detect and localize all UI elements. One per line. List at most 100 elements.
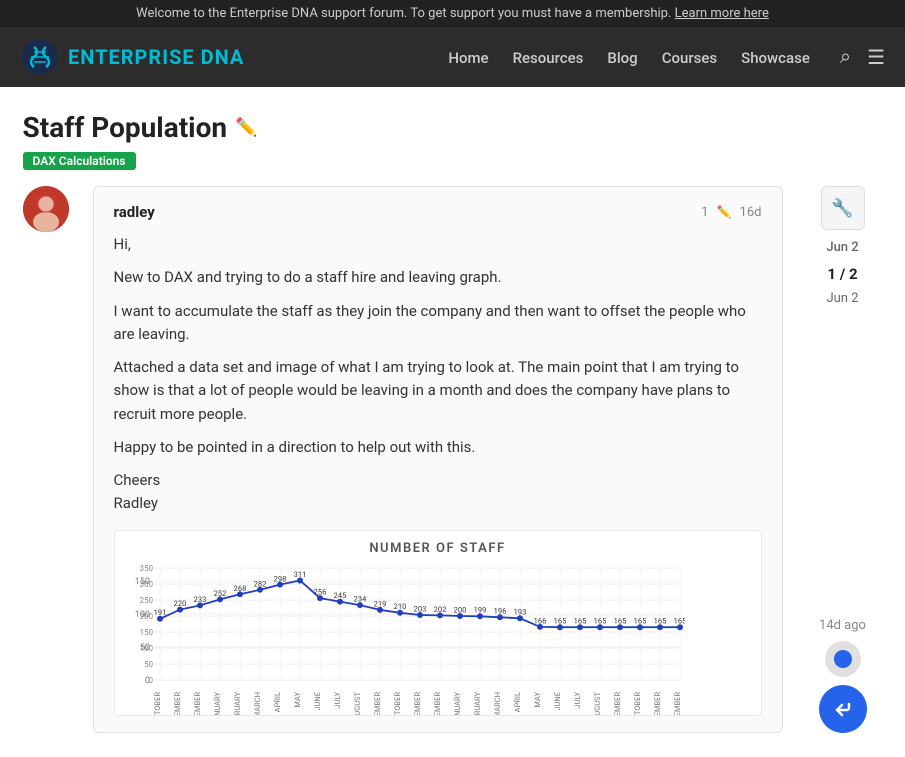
svg-text:202: 202 — [433, 604, 446, 613]
svg-text:165: 165 — [573, 616, 586, 625]
svg-text:165: 165 — [553, 616, 566, 625]
svg-text:MARCH: MARCH — [493, 692, 502, 715]
main-layout: radley 1 ✏️ 16d Hi, New to DAX and tryin… — [23, 186, 883, 733]
post-time: 16d — [740, 205, 762, 220]
svg-text:200: 200 — [453, 605, 466, 614]
svg-text:DECEMBER: DECEMBER — [193, 691, 202, 714]
sidebar-pagination: 1 / 2 — [827, 265, 857, 283]
sidebar: 🔧 Jun 2 1 / 2 Jun 2 14d ago — [803, 186, 883, 733]
svg-text:250: 250 — [139, 596, 153, 605]
post-sign-off: CheersRadley — [114, 469, 762, 516]
tools-button[interactable]: 🔧 — [821, 186, 865, 230]
svg-text:SEPTEMBER: SEPTEMBER — [373, 691, 382, 714]
svg-text:OCTOBER: OCTOBER — [393, 691, 402, 714]
svg-text:165: 165 — [633, 616, 646, 625]
post-number: 1 — [701, 205, 708, 220]
post-header: radley 1 ✏️ 16d — [114, 203, 762, 221]
sidebar-date1: Jun 2 — [826, 240, 858, 255]
svg-text:JUNE: JUNE — [313, 692, 322, 711]
post-edit-icon: ✏️ — [717, 205, 732, 219]
svg-text:100: 100 — [139, 644, 153, 653]
svg-text:50: 50 — [144, 660, 153, 669]
svg-text:193: 193 — [513, 607, 526, 616]
sidebar-date2: Jun 2 — [826, 291, 858, 306]
svg-text:OCTOBER: OCTOBER — [633, 691, 642, 714]
announcement-bar: Welcome to the Enterprise DNA support fo… — [0, 0, 905, 27]
post-line-1: Hi, — [114, 233, 762, 256]
svg-text:203: 203 — [413, 604, 426, 613]
svg-text:252: 252 — [213, 589, 226, 598]
svg-text:NOVEMBER: NOVEMBER — [173, 691, 182, 714]
post-line-2: New to DAX and trying to do a staff hire… — [114, 266, 762, 289]
announcement-link[interactable]: Learn more here — [675, 6, 769, 21]
post-line-3: I want to accumulate the staff as they j… — [114, 300, 762, 347]
chart-svg-wrapper: 0 50 100 150 — [125, 560, 751, 715]
svg-text:MAY: MAY — [533, 691, 542, 707]
menu-button[interactable]: ☰ — [867, 45, 885, 70]
svg-text:NOVEMBER: NOVEMBER — [413, 691, 422, 714]
svg-text:210: 210 — [393, 602, 406, 611]
svg-text:MAY: MAY — [293, 691, 302, 707]
post-meta: 1 ✏️ 16d — [701, 205, 761, 220]
brand-text: ENTERPRISE DNA — [68, 45, 244, 69]
announcement-text: Welcome to the Enterprise DNA support fo… — [136, 6, 671, 21]
post-author: radley — [114, 203, 155, 221]
svg-text:350: 350 — [139, 564, 153, 573]
svg-text:165: 165 — [673, 616, 684, 625]
edit-title-icon[interactable]: ✏️ — [235, 117, 257, 138]
post-line-4: Attached a data set and image of what I … — [114, 356, 762, 426]
svg-text:AUGUST: AUGUST — [353, 691, 362, 715]
svg-text:268: 268 — [233, 584, 246, 593]
svg-text:220: 220 — [173, 599, 186, 608]
svg-text:282: 282 — [253, 579, 266, 588]
brand: ENTERPRISE DNA — [20, 37, 244, 77]
svg-text:196: 196 — [493, 606, 506, 615]
svg-text:JANUARY: JANUARY — [213, 691, 222, 714]
nav-courses[interactable]: Courses — [662, 49, 717, 67]
navbar: ENTERPRISE DNA Home Resources Blog Cours… — [0, 27, 905, 87]
svg-text:JANUARY: JANUARY — [453, 691, 462, 714]
svg-text:233: 233 — [193, 595, 206, 604]
svg-text:JULY: JULY — [333, 691, 342, 708]
svg-text:199: 199 — [473, 605, 486, 614]
svg-text:DECEMBER: DECEMBER — [673, 691, 682, 714]
svg-text:165: 165 — [613, 616, 626, 625]
nav-home[interactable]: Home — [448, 49, 488, 67]
search-button[interactable]: ⌕ — [840, 46, 851, 69]
svg-text:165: 165 — [653, 616, 666, 625]
tag-pill[interactable]: DAX Calculations — [23, 152, 136, 170]
svg-text:219: 219 — [373, 599, 386, 608]
page-title-row: Staff Population ✏️ — [23, 111, 883, 144]
nav-links: Home Resources Blog Courses Showcase — [448, 48, 810, 67]
svg-text:0: 0 — [148, 676, 153, 685]
svg-text:245: 245 — [333, 591, 346, 600]
svg-text:OCTOBER: OCTOBER — [153, 691, 162, 714]
logo-icon — [20, 37, 60, 77]
svg-text:JUNE: JUNE — [553, 692, 562, 711]
staff-chart: 0 50 100 150 — [125, 560, 685, 715]
svg-text:NOVEMBER: NOVEMBER — [653, 691, 662, 714]
nav-resources[interactable]: Resources — [513, 49, 584, 67]
page-content: Staff Population ✏️ DAX Calculations rad… — [3, 87, 903, 757]
nav-blog[interactable]: Blog — [607, 49, 637, 67]
post-body: Hi, New to DAX and trying to do a staff … — [114, 233, 762, 516]
nav-showcase[interactable]: Showcase — [741, 49, 810, 67]
svg-text:SEPTEMBER: SEPTEMBER — [613, 691, 622, 714]
sidebar-reply-button[interactable] — [819, 685, 867, 733]
post-line-5: Happy to be pointed in a direction to he… — [114, 436, 762, 459]
svg-text:300: 300 — [139, 580, 153, 589]
nav-icons: ⌕ ☰ — [840, 45, 885, 70]
post-card: radley 1 ✏️ 16d Hi, New to DAX and tryin… — [93, 186, 783, 733]
sidebar-user-btn[interactable] — [825, 641, 861, 677]
svg-text:191: 191 — [153, 608, 166, 617]
svg-text:JULY: JULY — [573, 691, 582, 708]
svg-text:FEBRUARY: FEBRUARY — [473, 691, 482, 714]
svg-text:APRIL: APRIL — [513, 692, 522, 712]
chart-container: NUMBER OF STAFF 0 50 100 — [114, 530, 762, 716]
chart-title: NUMBER OF STAFF — [125, 541, 751, 556]
avatar-col — [23, 186, 73, 733]
svg-text:MARCH: MARCH — [253, 692, 262, 715]
page-title: Staff Population — [23, 111, 228, 144]
svg-text:200: 200 — [139, 612, 153, 621]
svg-text:AUGUST: AUGUST — [593, 691, 602, 715]
